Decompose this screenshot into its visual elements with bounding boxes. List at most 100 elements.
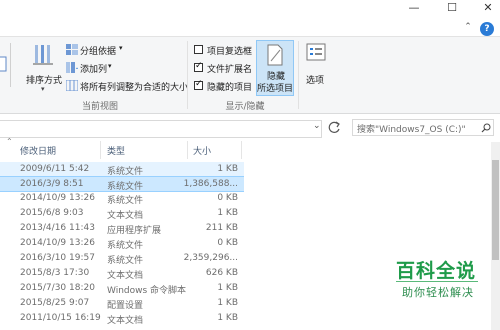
hidden-items-label: 隐藏的项目 [207,83,253,93]
cell-date: 2015/7/30 18:20 [20,283,95,293]
cell-type: 配置设置 [107,301,144,311]
add-column-dropdown-icon: ▾ [108,62,112,70]
options-button[interactable]: 选项 [304,43,328,87]
cell-size: 1 KB [217,313,238,323]
cell-date: 2009/6/11 5:42 [20,164,90,174]
cell-type: 系统文件 [107,241,144,251]
options-icon [306,43,326,61]
group-by-label: 分组依据 [80,47,117,57]
cell-size: 1 KB [217,164,238,174]
refresh-icon [328,121,340,133]
cell-type: 文本文档 [107,316,144,326]
group-separator [298,41,299,109]
close-button[interactable]: ✕ [476,0,500,18]
scrollbar-thumb[interactable] [492,160,499,260]
watermark-divider [396,281,478,282]
table-row[interactable]: 2011/10/15 16:19 文本文档 1 KB [0,311,244,327]
current-view-group-label: 当前视图 [81,102,118,112]
cell-type: 应用程序扩展 [107,226,162,236]
cell-size: 211 KB [205,223,238,233]
cell-size: 626 KB [205,268,238,278]
cell-date: 2015/8/3 17:30 [20,268,90,278]
ribbon: 排序方式 ▾ 分组依据 ▾ + 添加列 ▾ 将所有列调整为合适的大小 当前视图 … [0,36,500,114]
column-header-date[interactable]: 修改日期 [20,144,56,157]
options-label: 选项 [306,76,325,86]
hidden-items-checkbox[interactable] [194,79,203,90]
table-row[interactable]: 2015/7/30 18:20 Windows 命令脚本 1 KB [0,281,244,297]
table-row[interactable]: 2014/10/9 13:26 系统文件 0 KB [0,191,244,207]
search-box[interactable]: 搜索"Windows7_OS (C:)" [352,119,494,136]
column-header-type[interactable]: 类型 [107,144,125,157]
group-by-icon [66,44,78,55]
cell-date: 2016/3/10 19:57 [20,253,95,263]
add-column-button[interactable]: + 添加列 ▾ [66,61,136,75]
group-by-dropdown-icon: ▾ [119,44,123,52]
cell-date: 2011/10/15 16:19 [20,313,101,323]
table-row[interactable]: 2015/8/25 9:07 配置设置 1 KB [0,296,244,312]
item-checkboxes-toggle[interactable]: 项目复选框 [194,43,256,57]
hide-selected-label-line2: 所选项目 [257,84,294,94]
watermark-title: 百科全说 [396,260,477,282]
column-divider[interactable] [100,141,101,159]
item-checkboxes-label: 项目复选框 [207,47,253,57]
column-header-size[interactable]: 大小 [193,144,211,157]
cell-type: 系统文件 [107,256,144,266]
file-extensions-label: 文件扩展名 [207,65,253,75]
hide-selected-items-button[interactable]: 隐藏 所选项目 [256,40,294,96]
cell-date: 2016/3/9 8:51 [20,179,84,189]
hide-selected-icon [267,44,283,66]
group-separator [187,41,188,109]
cell-size: 1 KB [217,208,238,218]
table-row[interactable]: 2013/4/16 11:43 应用程序扩展 211 KB [0,221,244,237]
pane-icon [0,56,7,72]
column-divider[interactable] [187,141,188,159]
refresh-button[interactable] [326,119,344,137]
cell-date: 2015/6/8 9:03 [20,208,84,218]
table-row[interactable]: 2015/6/8 9:03 文本文档 1 KB [0,206,244,222]
maximize-button[interactable]: ☐ [440,0,464,18]
sort-by-button[interactable]: 排序方式 ▾ [24,43,64,99]
fit-columns-button[interactable]: 将所有列调整为合适的大小 [66,79,189,93]
address-history-dropdown-icon[interactable]: ⌄ [313,121,321,131]
help-icon[interactable]: ? [480,22,494,36]
file-extensions-checkbox[interactable] [194,61,203,72]
fit-columns-label: 将所有列调整为合适的大小 [80,83,189,93]
cell-date: 2014/10/9 13:26 [20,238,95,248]
column-divider[interactable] [241,141,242,159]
minimize-button[interactable]: — [402,0,426,18]
group-by-button[interactable]: 分组依据 ▾ [66,43,136,57]
cell-type: 文本文档 [107,211,144,221]
cell-size: 2,359,296... [183,253,238,263]
cell-size: 0 KB [217,238,238,248]
item-checkboxes-checkbox[interactable] [194,45,203,54]
address-bar[interactable] [0,120,322,138]
watermark-subtitle: 助你轻松解决 [402,286,474,299]
add-column-label: 添加列 [80,65,108,75]
table-row[interactable]: 2014/10/9 13:26 系统文件 0 KB [0,236,244,252]
search-placeholder: 搜索"Windows7_OS (C:)" [357,125,466,135]
add-column-icon: + [66,62,78,73]
cell-size: 1 KB [217,298,238,308]
cell-date: 2015/8/25 9:07 [20,298,90,308]
cell-size: 1,386,588... [183,179,238,189]
cell-size: 0 KB [217,193,238,203]
table-row[interactable]: 2015/8/3 17:30 文本文档 626 KB [0,266,244,282]
sort-dropdown-icon: ▾ [41,85,45,93]
cell-type: 文本文档 [107,271,144,281]
table-row-selected[interactable]: 2016/3/9 8:51 系统文件 1,386,588... [0,176,244,192]
panes-button-edge[interactable] [0,43,11,87]
cell-date: 2014/10/9 13:26 [20,193,95,203]
sort-ascending-arrow-icon: ⌃ [6,137,13,146]
search-icon [481,123,491,133]
hidden-items-toggle[interactable]: 隐藏的项目 [194,79,256,93]
show-hide-group-label: 显示/隐藏 [225,102,265,112]
collapse-ribbon-icon[interactable]: ⌃ [462,22,474,36]
table-row[interactable]: 2016/3/10 19:57 系统文件 2,359,296... [0,251,244,267]
cell-date: 2013/4/16 11:43 [20,223,95,233]
cell-type: 系统文件 [107,196,144,206]
svg-text:+: + [75,64,78,73]
cell-size: 1 KB [217,283,238,293]
fit-columns-icon [66,80,78,91]
file-extensions-toggle[interactable]: 文件扩展名 [194,61,256,75]
sort-icon [33,45,53,65]
